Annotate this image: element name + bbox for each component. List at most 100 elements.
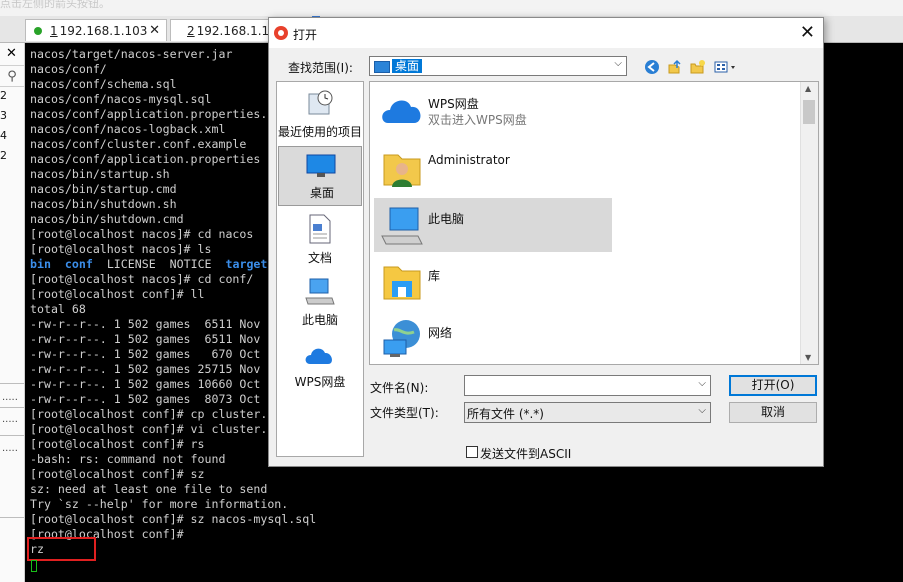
terminal-line: sz: need at least one file to send (30, 482, 268, 496)
dir-conf: conf (64, 257, 93, 271)
terminal-line: -rw-r--r--. 1 502 games 10660 Oct (30, 377, 261, 391)
ascii-checkbox[interactable] (466, 446, 478, 458)
open-file-dialog: 打开 ✕ 查找范围(I): 桌面 ⌵ 最近使用的项目 桌面 文档 此电脑 WPS… (268, 17, 824, 467)
tab-label: 192.168.1.10 (196, 23, 277, 38)
document-icon (309, 214, 331, 244)
tab-label: 192.168.1.103 (59, 23, 148, 38)
list-item[interactable]: ..... (2, 392, 18, 403)
list-item[interactable]: ..... (2, 414, 18, 425)
terminal-line: nacos/bin/shutdown.sh (30, 197, 177, 211)
place-label: 桌面 (309, 186, 334, 200)
cancel-button[interactable]: 取消 (729, 402, 817, 423)
view-menu-icon[interactable] (713, 59, 741, 75)
file-name: 此电脑 (428, 212, 465, 226)
desktop-icon (306, 154, 336, 177)
places-bar: 最近使用的项目 桌面 文档 此电脑 WPS网盘 (276, 81, 364, 457)
terminal-line: total 68 (30, 302, 86, 316)
session-side-panel: ✕ ⚲ 2 3 4 2 ..... ..... ..... (0, 43, 25, 582)
session-tab-1[interactable]: 1 192.168.1.103 ✕ (25, 19, 167, 41)
divider (0, 383, 24, 384)
dialog-titlebar[interactable]: 打开 ✕ (269, 18, 823, 48)
terminal-line: [root@localhost conf]# rs (30, 437, 205, 451)
top-strip-text: 点击左侧的箭头按钮。 (0, 0, 110, 10)
scroll-up-icon[interactable]: ▲ (805, 84, 811, 93)
dialog-title: 打开 (293, 28, 318, 42)
divider (0, 517, 24, 518)
terminal-line: -rw-r--r--. 1 502 games 6511 Nov (30, 332, 261, 346)
divider (0, 435, 24, 436)
terminal-ls-output: bin conf LICENSE NOTICE target (30, 257, 267, 272)
terminal-line: Try `sz --help' for more information. (30, 497, 289, 511)
list-item[interactable]: 4 (0, 129, 7, 142)
terminal-line: [root@localhost conf]# sz (30, 467, 205, 481)
terminal-line: -rw-r--r--. 1 502 games 670 Oct (30, 347, 261, 361)
terminal-line: [root@localhost conf]# vi cluster. (30, 422, 268, 436)
place-label: WPS网盘 (294, 375, 346, 389)
tab-number: 1 (50, 23, 58, 38)
terminal-line: [root@localhost conf]# cp cluster. (30, 407, 268, 421)
open-button[interactable]: 打开(O) (729, 375, 817, 396)
terminal-line: nacos/conf/ (30, 62, 107, 76)
list-item[interactable]: ..... (2, 443, 18, 454)
terminal-line: [root@localhost nacos]# ls (30, 242, 212, 256)
vertical-scrollbar[interactable]: ▲ ▼ (800, 82, 818, 364)
divider (0, 407, 24, 408)
chevron-down-icon[interactable]: ⌵ (698, 378, 706, 389)
file-item-administrator[interactable]: Administrator (374, 141, 612, 195)
filename-input[interactable]: ⌵ (464, 375, 711, 396)
session-tab-2[interactable]: 2 192.168.1.10 (170, 19, 277, 41)
close-panel-icon[interactable]: ✕ (6, 46, 17, 61)
file-item-this-pc[interactable]: 此电脑 (374, 198, 612, 252)
list-item[interactable]: 2 (0, 89, 7, 102)
terminal-line: -rw-r--r--. 1 502 games 6511 Nov (30, 317, 261, 331)
place-documents[interactable]: 文档 (277, 210, 363, 270)
place-this-pc[interactable]: 此电脑 (277, 272, 363, 332)
computer-icon (381, 207, 423, 245)
terminal-line: nacos/bin/startup.sh (30, 167, 170, 181)
new-folder-icon[interactable] (690, 59, 706, 75)
place-label: 此电脑 (301, 313, 338, 327)
new-folder-svg (690, 60, 705, 74)
close-icon[interactable]: ✕ (800, 22, 815, 43)
filetype-value: 所有文件 (*.*) (467, 407, 544, 421)
list-item[interactable]: 3 (0, 109, 7, 122)
place-label: 最近使用的项目 (277, 125, 362, 139)
look-in-value: 桌面 (392, 59, 423, 73)
up-folder-svg (668, 59, 681, 74)
list-item[interactable]: 2 (0, 149, 7, 162)
terminal-line: nacos/conf/application.properties. (30, 107, 268, 121)
scroll-down-icon[interactable]: ▼ (805, 353, 811, 362)
ascii-checkbox-label[interactable]: 发送文件到ASCII (480, 445, 571, 462)
app-logo-icon (274, 26, 288, 40)
terminal-line: [root@localhost nacos]# cd conf/ (30, 272, 254, 286)
cloud-icon (305, 348, 332, 364)
terminal-line: [root@localhost conf]# sz nacos-mysql.sq… (30, 512, 317, 526)
terminal-line: -rw-r--r--. 1 502 games 25715 Nov (30, 362, 261, 376)
file-item-library[interactable]: 库 (374, 255, 612, 309)
scroll-thumb[interactable] (803, 100, 815, 124)
file-item-wps-cloud[interactable]: WPS网盘 双击进入WPS网盘 (374, 83, 612, 137)
tab-number: 2 (187, 23, 195, 38)
look-in-label: 查找范围(I): (288, 61, 353, 75)
filetype-dropdown[interactable]: 所有文件 (*.*) ⌵ (464, 402, 711, 423)
place-desktop[interactable]: 桌面 (278, 146, 362, 206)
close-tab-icon[interactable]: ✕ (149, 23, 160, 38)
terminal-line: nacos/bin/startup.cmd (30, 182, 177, 196)
file-list[interactable]: WPS网盘 双击进入WPS网盘 Administrator 此电脑 库 网络 ▲… (369, 81, 819, 365)
terminal-line: [root@localhost conf]# ll (30, 287, 205, 301)
look-in-dropdown[interactable]: 桌面 ⌵ (369, 56, 627, 76)
cloud-icon (382, 100, 421, 123)
terminal-line: nacos/conf/nacos-logback.xml (30, 122, 226, 136)
file-item-network[interactable]: 网络 (374, 312, 612, 364)
view-menu-svg (714, 61, 735, 73)
search-icon[interactable]: ⚲ (0, 65, 24, 87)
terminal-line: nacos/conf/nacos-mysql.sql (30, 92, 212, 106)
recent-items-icon (308, 90, 333, 115)
place-wps-cloud[interactable]: WPS网盘 (277, 334, 363, 394)
terminal-cursor (31, 560, 37, 572)
back-icon[interactable] (644, 59, 660, 75)
place-recent[interactable]: 最近使用的项目 (277, 84, 363, 144)
place-label: 文档 (307, 251, 332, 265)
dir-bin: bin (30, 257, 51, 271)
up-folder-icon[interactable] (667, 59, 683, 75)
